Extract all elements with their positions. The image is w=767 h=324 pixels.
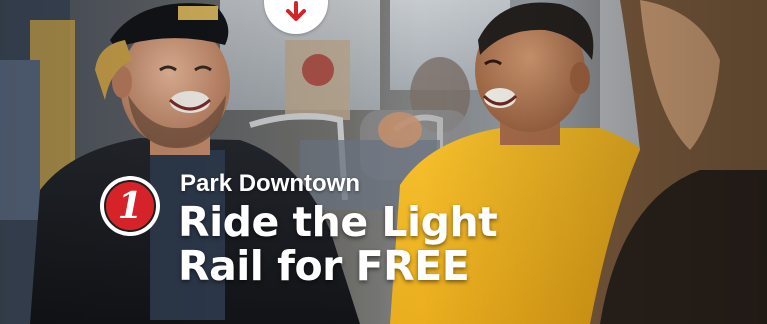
step-number: 1 <box>104 180 156 232</box>
headline-line-2: Rail for FREE <box>178 242 470 290</box>
banner-eyebrow: Park Downtown <box>180 170 361 197</box>
banner-headline[interactable]: Ride the Light Rail for FREE <box>178 200 598 288</box>
step-number-badge: 1 <box>100 176 160 236</box>
arrow-down-icon <box>285 1 307 28</box>
headline-line-1: Ride the Light <box>178 198 498 246</box>
promo-banner[interactable]: 1 Park Downtown Ride the Light Rail for … <box>0 0 767 324</box>
